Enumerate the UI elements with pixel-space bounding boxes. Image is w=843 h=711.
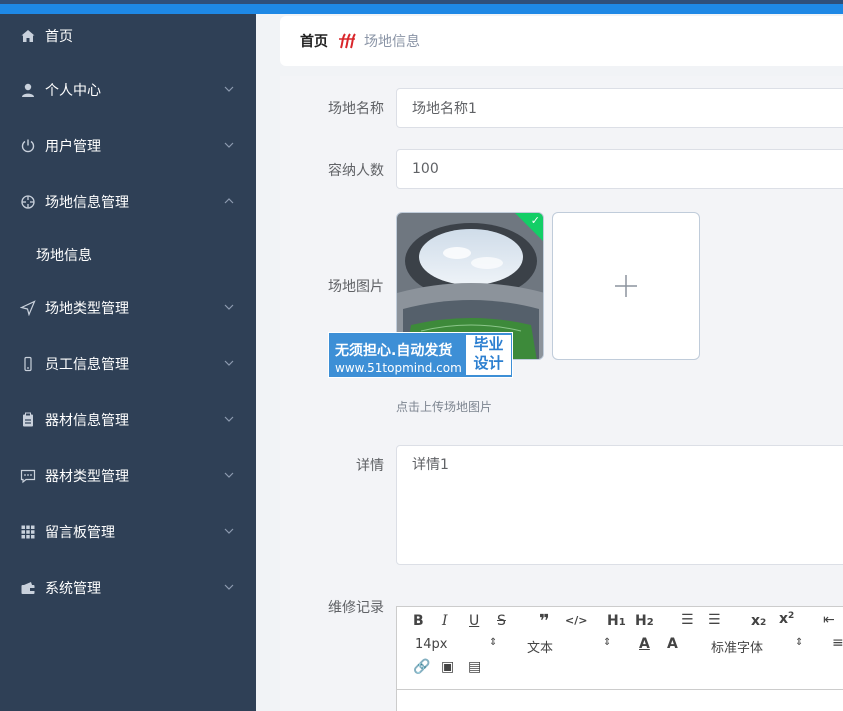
venue-image-label: 场地图片	[328, 279, 384, 295]
chevron-down-icon	[224, 472, 234, 478]
heading2-button[interactable]: H2	[635, 613, 654, 629]
user-icon	[20, 82, 36, 98]
subscript-button[interactable]: x2	[751, 613, 766, 629]
chevron-up-icon	[224, 198, 234, 204]
breadcrumb-current: 场地信息	[364, 34, 420, 50]
background-color-button[interactable]: A	[667, 636, 678, 652]
sidebar-item-label: 用户管理	[45, 139, 101, 155]
top-bar	[0, 0, 843, 14]
sidebar-item-system-management[interactable]: 系统管理	[0, 566, 256, 610]
capacity-label: 容纳人数	[328, 163, 384, 179]
text-type-select-arrow: ⇕	[603, 637, 612, 648]
chevron-down-icon	[224, 528, 234, 534]
breadcrumb-home[interactable]: 首页	[300, 31, 328, 51]
watermark-right: 毕业 设计	[466, 335, 511, 375]
sidebar-item-home[interactable]: 首页	[0, 14, 256, 58]
sidebar-item-label: 场地信息管理	[45, 195, 129, 211]
watermark-right-line1: 毕业	[473, 335, 504, 353]
font-size-select[interactable]: 14px	[415, 637, 448, 652]
chevron-down-icon	[224, 584, 234, 590]
check-icon: ✓	[530, 214, 540, 227]
sidebar-item-user-management[interactable]: 用户管理	[0, 124, 256, 168]
italic-button[interactable]: I	[442, 613, 448, 629]
detail-label: 详情	[356, 458, 384, 474]
watermark-left: 无须担心.自动发货 www.51topmind.com	[331, 335, 465, 375]
sidebar-item-label: 器材类型管理	[45, 469, 129, 485]
heading1-button[interactable]: H1	[607, 613, 626, 629]
sidebar-subitem-venue-info[interactable]: 场地信息	[36, 245, 92, 265]
sidebar-item-message-board-management[interactable]: 留言板管理	[0, 510, 256, 554]
chevron-down-icon	[224, 304, 234, 310]
home-icon	[20, 28, 36, 44]
chevron-down-icon	[224, 86, 234, 92]
power-icon	[20, 138, 36, 154]
ordered-list-button[interactable]: ☰	[681, 612, 694, 628]
align-button[interactable]: ≡	[832, 635, 843, 651]
clipboard-icon	[20, 412, 36, 428]
grid-icon	[20, 524, 36, 540]
watermark-line1: 无须担心.自动发货	[335, 343, 453, 359]
sidebar-item-venue-type-management[interactable]: 场地类型管理	[0, 286, 256, 330]
sidebar-item-label: 留言板管理	[45, 525, 115, 541]
superscript-button[interactable]: x2	[779, 611, 794, 627]
detail-textarea[interactable]: 详情1	[396, 445, 843, 565]
watermark-line2: www.51topmind.com	[335, 361, 462, 375]
venue-name-input[interactable]: 场地名称1	[396, 88, 843, 128]
font-family-select[interactable]: 标准字体	[711, 637, 763, 656]
text-type-select[interactable]: 文本	[527, 637, 553, 656]
sidebar-item-label: 员工信息管理	[45, 357, 129, 373]
underline-button[interactable]: U	[469, 613, 479, 629]
plus-icon	[615, 275, 637, 297]
code-button[interactable]: </>	[565, 614, 587, 627]
sidebar-item-label: 首页	[45, 29, 73, 45]
font-family-select-arrow: ⇕	[795, 637, 804, 648]
chevron-down-icon	[224, 360, 234, 366]
sidebar-item-label: 个人中心	[45, 83, 101, 99]
sidebar-item-equipment-management[interactable]: 器材信息管理	[0, 398, 256, 442]
bold-button[interactable]: B	[413, 613, 424, 629]
sidebar-item-staff-management[interactable]: 员工信息管理	[0, 342, 256, 386]
upload-tip: 点击上传场地图片	[396, 400, 493, 414]
sidebar-item-equipment-type-management[interactable]: 器材类型管理	[0, 454, 256, 498]
breadcrumb: 首页 场地信息	[280, 16, 843, 66]
phone-icon	[20, 356, 36, 372]
sidebar-item-venue-management[interactable]: 场地信息管理	[0, 180, 256, 224]
sidebar-item-personal-center[interactable]: 个人中心	[0, 68, 256, 112]
venue-name-label: 场地名称	[328, 101, 384, 117]
video-button[interactable]: ▤	[468, 659, 481, 675]
top-accent-bar	[0, 4, 843, 14]
editor-toolbar-divider	[397, 689, 843, 690]
sidebar-item-label: 场地类型管理	[45, 301, 129, 317]
sidebar: 首页 个人中心 用户管理 场地信息管理 场地信息 场地类型管理 员工信息管理 器…	[0, 14, 256, 711]
wallet-icon	[20, 580, 36, 596]
bullet-list-button[interactable]: ☰	[708, 612, 721, 628]
capacity-input[interactable]: 100	[396, 149, 843, 189]
blockquote-button[interactable]: ❞	[539, 611, 550, 632]
watermark-right-line2: 设计	[473, 354, 504, 372]
rich-text-editor[interactable]: B I U S ❞ </> H1 H2 ☰ ☰ x2 x2 ⇤ ⇥ 14px ⇕…	[396, 606, 843, 711]
image-upload-button[interactable]	[552, 212, 700, 360]
send-icon	[20, 300, 36, 316]
font-size-select-arrow: ⇕	[489, 637, 498, 648]
chevron-down-icon	[224, 142, 234, 148]
sidebar-item-label: 器材信息管理	[45, 413, 129, 429]
strike-button[interactable]: S	[497, 613, 506, 629]
sidebar-item-label: 系统管理	[45, 581, 101, 597]
message-icon	[20, 468, 36, 484]
font-color-button[interactable]: A	[639, 636, 650, 652]
image-button[interactable]: ▣	[441, 659, 454, 675]
crosshair-icon	[20, 194, 36, 210]
watermark-banner: 无须担心.自动发货 www.51topmind.com 毕业 设计	[328, 332, 513, 378]
breadcrumb-separator-icon	[339, 33, 356, 49]
link-button[interactable]: 🔗	[413, 659, 430, 675]
outdent-button[interactable]: ⇤	[823, 612, 835, 628]
repair-record-label: 维修记录	[328, 600, 384, 616]
chevron-down-icon	[224, 416, 234, 422]
venue-form: 场地名称 场地名称1 容纳人数 100 场地图片 ✓ 点击上传场地图片 详情 详…	[280, 76, 843, 711]
